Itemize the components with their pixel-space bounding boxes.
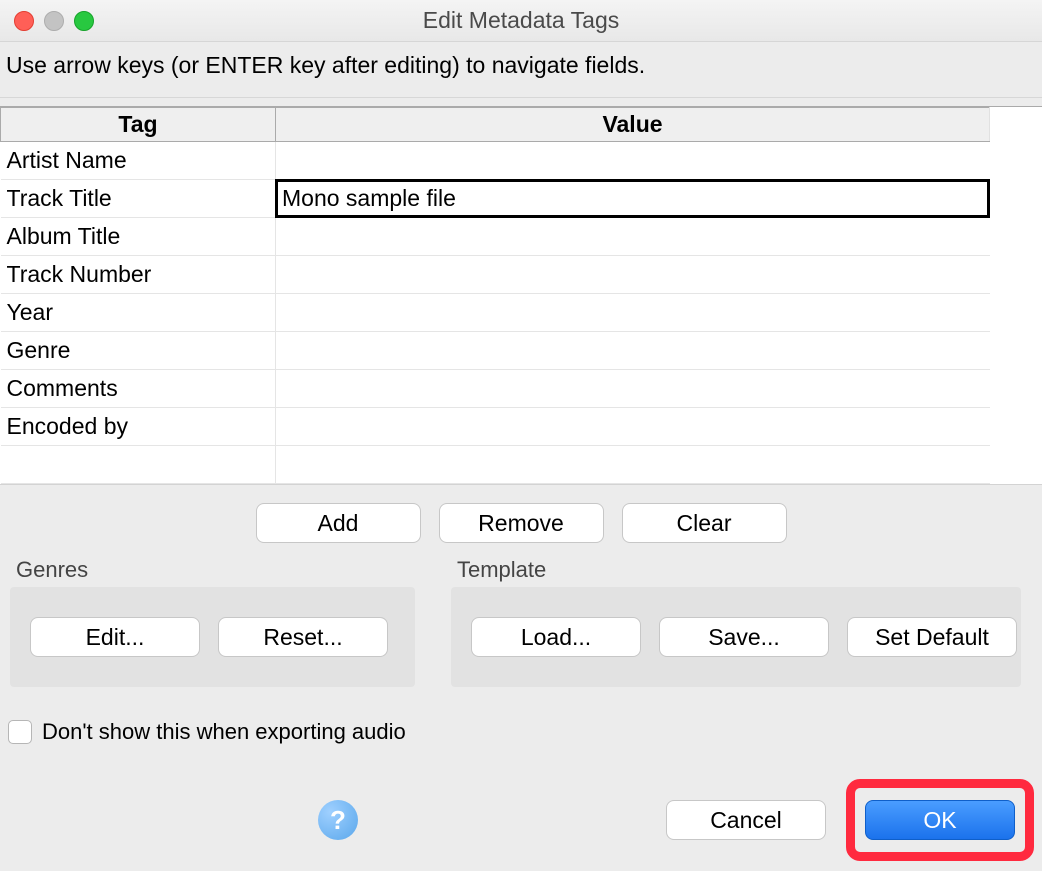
table-row[interactable]: Comments (1, 370, 990, 408)
groups-row: Genres Edit... Reset... Template Load...… (0, 557, 1042, 705)
remove-button[interactable]: Remove (439, 503, 604, 543)
value-cell[interactable] (276, 256, 990, 294)
add-button[interactable]: Add (256, 503, 421, 543)
dont-show-label: Don't show this when exporting audio (42, 719, 406, 745)
tag-cell[interactable]: Album Title (1, 218, 276, 256)
table-row[interactable] (1, 446, 990, 484)
table-row[interactable]: Track Title Mono sample file (1, 180, 990, 218)
genres-reset-button[interactable]: Reset... (218, 617, 388, 657)
tag-cell[interactable]: Genre (1, 332, 276, 370)
value-cell[interactable] (276, 218, 990, 256)
template-group: Template Load... Save... Set Default (451, 557, 1021, 687)
clear-button[interactable]: Clear (622, 503, 787, 543)
value-cell[interactable] (276, 370, 990, 408)
template-load-button[interactable]: Load... (471, 617, 641, 657)
value-cell-editing[interactable]: Mono sample file (276, 180, 990, 218)
value-cell[interactable] (276, 408, 990, 446)
footer: ? Cancel OK (0, 745, 1042, 871)
tag-cell[interactable] (1, 446, 276, 484)
template-save-button[interactable]: Save... (659, 617, 829, 657)
ok-highlight-box: OK (846, 779, 1034, 861)
tag-cell[interactable]: Track Title (1, 180, 276, 218)
table-row[interactable]: Encoded by (1, 408, 990, 446)
column-header-value[interactable]: Value (276, 108, 990, 142)
titlebar: Edit Metadata Tags (0, 0, 1042, 42)
help-button[interactable]: ? (318, 800, 358, 840)
column-header-tag[interactable]: Tag (1, 108, 276, 142)
value-cell[interactable] (276, 142, 990, 180)
window-minimize-button[interactable] (44, 11, 64, 31)
dont-show-checkbox[interactable] (8, 720, 32, 744)
genres-label: Genres (10, 557, 415, 583)
value-cell[interactable] (276, 446, 990, 484)
table-row[interactable]: Genre (1, 332, 990, 370)
tag-cell[interactable]: Comments (1, 370, 276, 408)
tag-cell[interactable]: Artist Name (1, 142, 276, 180)
ok-button[interactable]: OK (865, 800, 1015, 840)
tag-cell[interactable]: Encoded by (1, 408, 276, 446)
genres-box: Edit... Reset... (10, 587, 415, 687)
window-controls (0, 11, 94, 31)
window-title: Edit Metadata Tags (423, 7, 619, 34)
template-setdefault-button[interactable]: Set Default (847, 617, 1017, 657)
table-row[interactable]: Year (1, 294, 990, 332)
template-label: Template (451, 557, 1021, 583)
metadata-table: Tag Value Artist Name Track Title Mono s… (0, 106, 1042, 485)
help-icon: ? (330, 805, 346, 836)
dont-show-checkbox-row[interactable]: Don't show this when exporting audio (0, 705, 1042, 745)
genres-edit-button[interactable]: Edit... (30, 617, 200, 657)
tag-cell[interactable]: Year (1, 294, 276, 332)
instructions-text: Use arrow keys (or ENTER key after editi… (0, 42, 1042, 98)
window-close-button[interactable] (14, 11, 34, 31)
value-cell[interactable] (276, 294, 990, 332)
row-action-buttons: Add Remove Clear (0, 485, 1042, 557)
table-row[interactable]: Album Title (1, 218, 990, 256)
value-cell[interactable] (276, 332, 990, 370)
cancel-button[interactable]: Cancel (666, 800, 826, 840)
genres-group: Genres Edit... Reset... (10, 557, 415, 687)
template-box: Load... Save... Set Default (451, 587, 1021, 687)
table-row[interactable]: Artist Name (1, 142, 990, 180)
tag-cell[interactable]: Track Number (1, 256, 276, 294)
window-zoom-button[interactable] (74, 11, 94, 31)
table-row[interactable]: Track Number (1, 256, 990, 294)
